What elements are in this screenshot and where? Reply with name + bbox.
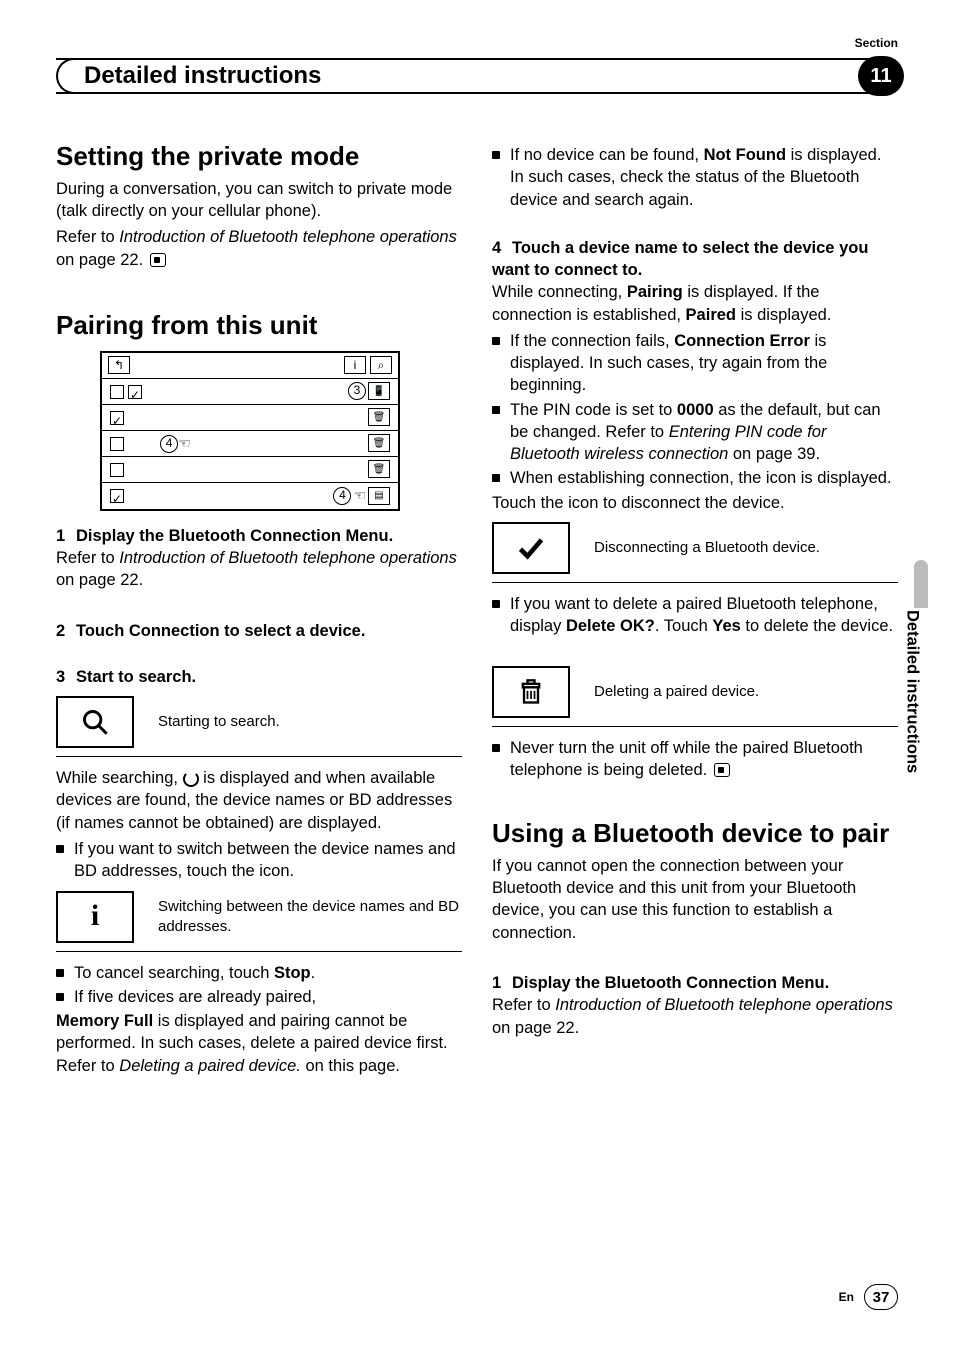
checkbox-icon	[110, 385, 124, 399]
step-1-ref: Refer to Introduction of Bluetooth telep…	[56, 547, 462, 592]
pairing-figure: ↰ i ⌕ 3📱 🗑 4☜ 🗑	[100, 351, 400, 511]
disconnect-caption: Disconnecting a Bluetooth device.	[594, 538, 820, 558]
divider	[492, 582, 898, 583]
info-icon-row: i Switching between the device names and…	[56, 891, 462, 943]
disconnect-icon-row: Disconnecting a Bluetooth device.	[492, 522, 898, 574]
checkmark-icon-box	[492, 522, 570, 574]
using-step-1: 1Display the Bluetooth Connection Menu.	[492, 972, 898, 994]
delete-caption: Deleting a paired device.	[594, 682, 759, 702]
divider	[56, 951, 462, 952]
callout-4: 4	[160, 435, 178, 453]
callout-4: 4	[333, 487, 351, 505]
memfull-text: Memory Full is displayed and pairing can…	[56, 1010, 462, 1077]
bullet-switch: If you want to switch between the device…	[56, 838, 462, 883]
trash-icon-box	[492, 666, 570, 718]
bullet-pin: The PIN code is set to 0000 as the defau…	[492, 399, 898, 466]
hand-pointer-icon: ☜	[178, 435, 191, 451]
bullet-establish: When establishing connection, the icon i…	[492, 467, 898, 489]
step-3: 3Start to search.	[56, 666, 462, 688]
page-number-badge: 37	[864, 1284, 898, 1310]
bullet-icon	[492, 337, 500, 345]
bullet-memfull: If five devices are already paired,	[56, 986, 462, 1008]
checkbox-icon	[110, 463, 124, 477]
trash-icon: 🗑	[368, 408, 390, 426]
trash-icon	[517, 678, 545, 706]
heading-private-mode: Setting the private mode	[56, 142, 462, 172]
bullet-delete: If you want to delete a paired Bluetooth…	[492, 593, 898, 638]
delete-icon-row: Deleting a paired device.	[492, 666, 898, 718]
checkmark-icon	[517, 534, 545, 562]
info-header-icon: i	[344, 356, 366, 374]
private-mode-desc: During a conversation, you can switch to…	[56, 178, 462, 223]
step-4: 4Touch a device name to select the devic…	[492, 237, 898, 282]
bullet-icon	[492, 474, 500, 482]
page-footer: En 37	[839, 1284, 898, 1310]
search-icon	[81, 708, 109, 736]
end-mark-icon	[714, 763, 730, 777]
refresh-icon	[183, 771, 199, 787]
info-icon-box: i	[56, 891, 134, 943]
footer-lang: En	[839, 1290, 854, 1304]
end-mark-icon	[150, 253, 166, 267]
bullet-icon	[492, 151, 500, 159]
heading-using-bt: Using a Bluetooth device to pair	[492, 819, 898, 849]
while-searching-text: While searching, is displayed and when a…	[56, 767, 462, 834]
callout-3: 3	[348, 382, 366, 400]
private-mode-ref: Refer to Introduction of Bluetooth telep…	[56, 226, 462, 271]
info-caption: Switching between the device names and B…	[158, 897, 462, 936]
device-icon: ▤	[368, 487, 390, 505]
step-1: 1Display the Bluetooth Connection Menu.	[56, 525, 462, 547]
checkbox-checked-icon	[110, 489, 124, 503]
bullet-icon	[492, 600, 500, 608]
left-column: Setting the private mode During a conver…	[56, 142, 462, 1081]
step-2: 2Touch Connection to select a device.	[56, 620, 462, 642]
side-tab-label: Detailed instructions	[900, 610, 924, 870]
search-header-icon: ⌕	[370, 356, 392, 374]
search-caption: Starting to search.	[158, 712, 280, 732]
heading-pairing: Pairing from this unit	[56, 311, 462, 341]
hand-pointer-icon: ☜	[353, 486, 366, 505]
divider	[56, 756, 462, 757]
bullet-icon	[56, 969, 64, 977]
chapter-number-badge: 11	[858, 56, 904, 96]
phone-icon: 📱	[368, 382, 390, 400]
page: Section Detailed instructions 11 Setting…	[0, 0, 954, 1352]
checkbox-checked-icon	[128, 385, 142, 399]
side-tab-accent	[914, 560, 928, 608]
info-icon: i	[91, 896, 99, 937]
bullet-icon	[56, 993, 64, 1001]
trash-icon: 🗑	[368, 434, 390, 452]
bullet-cancel: To cancel searching, touch Stop.	[56, 962, 462, 984]
back-icon: ↰	[108, 356, 130, 374]
content-columns: Setting the private mode During a conver…	[56, 142, 898, 1081]
pairing-status: While connecting, Pairing is displayed. …	[492, 281, 898, 326]
touch-disconnect: Touch the icon to disconnect the device.	[492, 492, 898, 514]
bullet-icon	[492, 744, 500, 752]
bullet-icon	[56, 845, 64, 853]
checkbox-icon	[110, 437, 124, 451]
bullet-icon	[492, 406, 500, 414]
bullet-never-off: Never turn the unit off while the paired…	[492, 737, 898, 782]
section-label: Section	[855, 36, 898, 50]
chapter-header: Detailed instructions 11	[56, 58, 898, 94]
checkbox-checked-icon	[110, 411, 124, 425]
search-icon-row: Starting to search.	[56, 696, 462, 748]
using-step-1-ref: Refer to Introduction of Bluetooth telep…	[492, 994, 898, 1039]
right-column: If no device can be found, Not Found is …	[492, 142, 898, 1081]
bullet-notfound: If no device can be found, Not Found is …	[492, 144, 898, 211]
divider	[492, 726, 898, 727]
magnifier-icon	[56, 696, 134, 748]
using-bt-desc: If you cannot open the connection betwee…	[492, 855, 898, 944]
trash-icon: 🗑	[368, 460, 390, 478]
chapter-title: Detailed instructions	[80, 62, 325, 90]
bullet-connerr: If the connection fails, Connection Erro…	[492, 330, 898, 397]
